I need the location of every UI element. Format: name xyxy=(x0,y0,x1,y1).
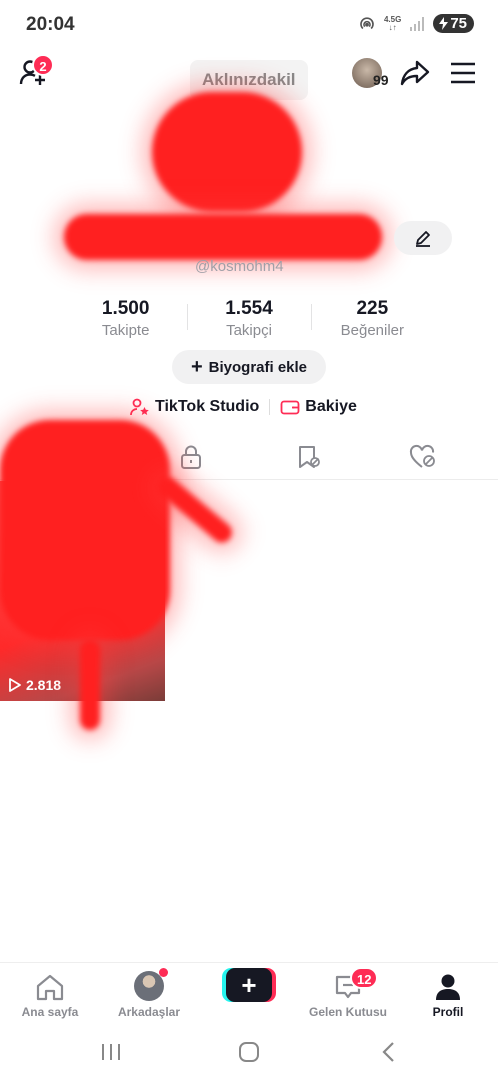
add-friend-button[interactable]: 2 xyxy=(18,54,54,92)
battery-indicator: 75 xyxy=(433,14,474,33)
network-label: 4.5G xyxy=(383,14,402,24)
lock-icon xyxy=(181,445,201,469)
story-count: 99 xyxy=(373,72,389,88)
followers-label: Takipçi xyxy=(226,322,272,339)
nav-home[interactable]: Ana sayfa xyxy=(5,969,95,1019)
tab-liked[interactable] xyxy=(408,442,438,472)
tab-saved[interactable] xyxy=(294,442,324,472)
following-label: Takipte xyxy=(101,322,150,339)
followers-stat[interactable]: 1.554 Takipçi xyxy=(187,298,310,339)
friends-avatar xyxy=(134,968,168,1001)
status-time: 20:04 xyxy=(26,14,75,35)
friend-request-badge: 2 xyxy=(32,54,54,76)
nav-friends-label: Arkadaşlar xyxy=(117,1005,181,1019)
nav-inbox[interactable]: 12 Gelen Kutusu xyxy=(303,967,393,1019)
nav-home-label: Ana sayfa xyxy=(21,1005,79,1019)
nav-profile[interactable]: Profil xyxy=(403,969,493,1019)
profile-stats: 1.500 Takipte 1.554 Takipçi 225 Beğenile… xyxy=(64,298,434,339)
hidden-heart-icon xyxy=(409,444,435,468)
edit-profile-button[interactable] xyxy=(394,221,452,255)
links-divider xyxy=(269,399,271,415)
add-bio-button[interactable]: + Biyografi ekle xyxy=(172,350,326,384)
share-icon xyxy=(400,60,430,86)
hamburger-icon xyxy=(451,62,475,84)
profile-links: TikTok Studio Bakiye xyxy=(130,398,357,416)
friends-notification-dot xyxy=(159,968,168,977)
following-count: 1.500 xyxy=(101,298,150,319)
battery-level: 75 xyxy=(450,15,467,32)
hotspot-icon xyxy=(360,16,374,29)
network-type: 4.5G ↓↑ xyxy=(383,14,402,32)
hidden-bookmark-icon xyxy=(299,446,320,468)
add-bio-label: Biyografi ekle xyxy=(208,358,308,376)
nav-friends[interactable]: Arkadaşlar xyxy=(104,968,194,1019)
view-count: 2.818 xyxy=(26,677,62,693)
profile-icon xyxy=(436,974,460,1000)
menu-button[interactable] xyxy=(450,62,476,89)
signal-icon xyxy=(410,16,425,31)
following-stat[interactable]: 1.500 Takipte xyxy=(64,298,187,339)
followers-count: 1.554 xyxy=(225,298,273,319)
create-plus-icon: + xyxy=(226,968,272,1002)
redacted-name xyxy=(64,214,382,260)
system-navigation xyxy=(0,1024,498,1080)
likes-label: Beğeniler xyxy=(340,322,405,339)
home-icon xyxy=(36,974,64,1001)
video-views: 2.818 xyxy=(8,677,61,693)
tiktok-studio-link[interactable]: TikTok Studio xyxy=(130,398,259,416)
pencil-icon xyxy=(416,231,430,247)
status-icons: 4.5G ↓↑ 75 xyxy=(358,14,474,33)
wallet-icon xyxy=(280,400,300,415)
nav-profile-label: Profil xyxy=(432,1005,464,1019)
redacted-thumbnail-overlay xyxy=(0,420,170,640)
nav-inbox-label: Gelen Kutusu xyxy=(308,1005,387,1019)
status-bar: 20:04 4.5G ↓↑ 75 xyxy=(0,0,498,50)
create-button[interactable]: + xyxy=(222,968,276,1002)
studio-icon xyxy=(130,398,149,416)
play-icon xyxy=(9,678,21,692)
likes-count: 225 xyxy=(356,298,389,319)
plus-icon: + xyxy=(190,356,203,378)
tiktok-studio-label: TikTok Studio xyxy=(155,398,260,415)
profile-handle: @kosmohm4 xyxy=(195,258,284,275)
balance-link[interactable]: Bakiye xyxy=(280,398,357,416)
balance-label: Bakiye xyxy=(305,398,357,415)
charging-icon xyxy=(439,17,449,30)
redacted-drip xyxy=(80,640,100,730)
share-profile-button[interactable] xyxy=(400,60,430,91)
recent-apps-icon[interactable] xyxy=(100,1042,122,1062)
redacted-avatar xyxy=(152,92,302,212)
likes-stat[interactable]: 225 Beğeniler xyxy=(310,298,434,339)
tab-private[interactable] xyxy=(176,442,206,472)
home-system-icon[interactable] xyxy=(238,1041,260,1063)
inbox-badge: 12 xyxy=(350,967,379,989)
back-icon[interactable] xyxy=(380,1041,396,1063)
